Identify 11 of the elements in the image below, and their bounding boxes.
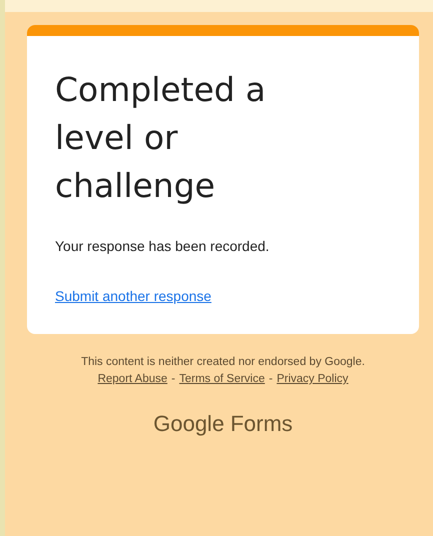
disclaimer-text: This content is neither created nor endorsed by Google. (80, 356, 366, 368)
separator-text: - (268, 373, 273, 385)
form-title: Completed a level or challenge (55, 69, 267, 207)
footer-link[interactable]: Report Abuse (98, 373, 168, 385)
footer-link[interactable]: Terms of Service (179, 373, 265, 385)
confirmation-message: Your response has been recorded. (55, 238, 270, 254)
product-name: Forms (230, 411, 293, 437)
footer-link[interactable]: Privacy Policy (276, 373, 348, 385)
brand-name: Google (153, 411, 224, 437)
separator-text: - (171, 373, 176, 385)
submit-another-link[interactable]: Submit another response (55, 288, 212, 304)
